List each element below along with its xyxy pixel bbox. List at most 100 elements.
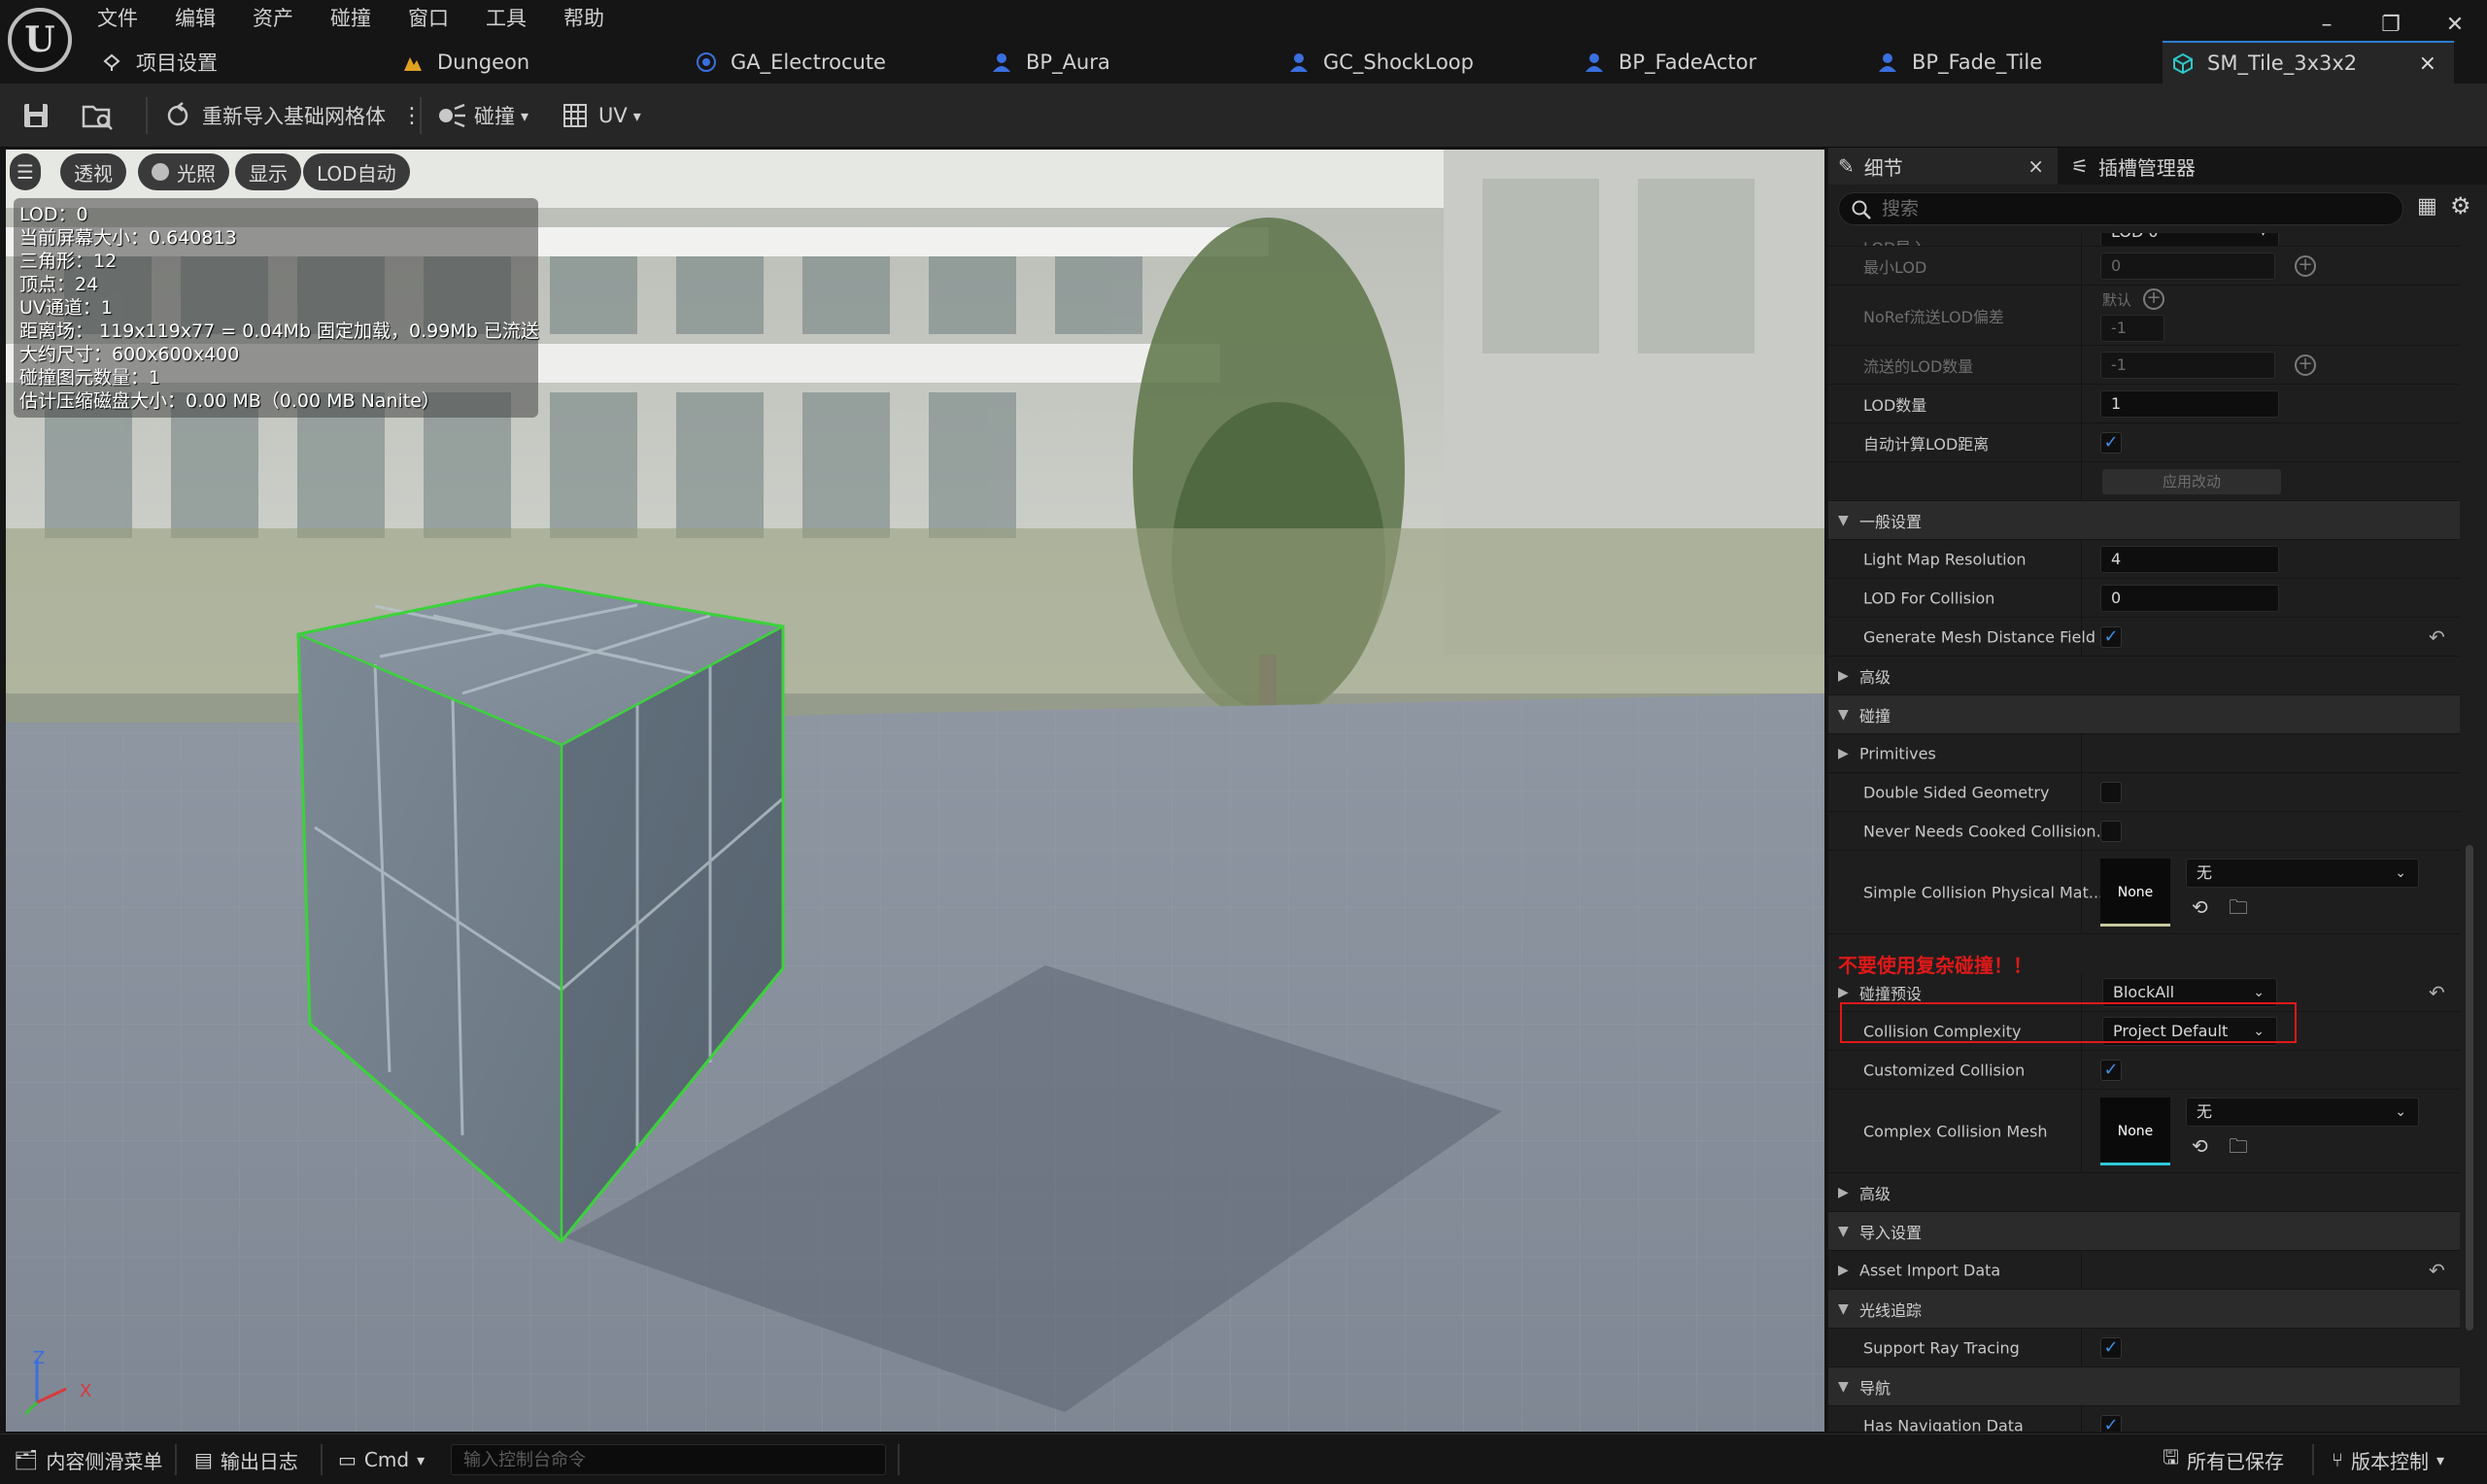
menu-edit[interactable]: 编辑 xyxy=(175,2,216,35)
output-log-button[interactable]: ▤ 输出日志 xyxy=(194,1434,298,1484)
noref-lod-bias-input[interactable]: -1 xyxy=(2100,315,2164,342)
reset-to-default-icon[interactable]: ↶ xyxy=(2429,625,2445,649)
tab-gc-shockloop[interactable]: GC_ShockLoop xyxy=(1288,41,1580,84)
generate-distance-field-checkbox[interactable]: ✓ xyxy=(2100,625,2122,648)
lod-auto-button[interactable]: LOD自动 xyxy=(303,153,410,190)
collapse-arrow-icon: ▶ xyxy=(1838,1184,1849,1200)
save-button[interactable] xyxy=(21,84,51,148)
tab-label: Dungeon xyxy=(437,51,530,74)
customized-collision-checkbox[interactable]: ✓ xyxy=(2100,1059,2122,1081)
apply-changes-button[interactable]: 应用改动 xyxy=(2102,468,2281,494)
collision-mesh-thumbnail[interactable]: None xyxy=(2100,1097,2170,1165)
source-control-button[interactable]: ⑂ 版本控制 ▾ xyxy=(2332,1434,2444,1484)
menu-collision[interactable]: 碰撞 xyxy=(330,2,371,35)
close-tab-icon[interactable]: × xyxy=(2419,51,2436,76)
menu-file[interactable]: 文件 xyxy=(97,2,138,35)
property-row-auto-lod: 自动计算LOD距离 ✓ xyxy=(1828,423,2460,462)
property-row-primitives[interactable]: ▶ Primitives xyxy=(1828,734,2460,773)
mesh-viewport[interactable]: Z X ☰ 透视 光照 显示 LOD自动 LOD：0 当前屏幕大小：0.6408… xyxy=(6,150,1824,1432)
perspective-button[interactable]: 透视 xyxy=(60,153,126,190)
menu-asset[interactable]: 资产 xyxy=(253,2,293,35)
gear-icon[interactable]: ⚙ xyxy=(2450,192,2471,219)
details-search-input[interactable] xyxy=(1882,193,2387,224)
category-navigation[interactable]: ▼ 导航 xyxy=(1828,1367,2460,1406)
lod-count-input[interactable]: 1 xyxy=(2100,390,2279,418)
lod-import-dropdown[interactable]: LOD 0▾ xyxy=(2100,233,2279,246)
menu-tools[interactable]: 工具 xyxy=(486,2,527,35)
cmd-dropdown[interactable]: ▭ Cmd ▾ xyxy=(338,1434,425,1484)
tab-dungeon[interactable]: Dungeon xyxy=(402,41,684,84)
add-override-icon[interactable]: + xyxy=(2295,354,2316,376)
group-advanced-collision[interactable]: ▶ 高级 xyxy=(1828,1173,2460,1212)
menu-help[interactable]: 帮助 xyxy=(563,2,604,35)
collision-mesh-dropdown[interactable]: 无 ⌄ xyxy=(2186,1097,2419,1127)
scrollbar-thumb[interactable] xyxy=(2466,845,2473,1331)
tab-bp-fadeactor[interactable]: BP_FadeActor xyxy=(1584,41,1875,84)
stat-vertices: 顶点：24 xyxy=(19,274,99,295)
property-label: Has Navigation Data xyxy=(1863,1416,2024,1432)
never-cooked-checkbox[interactable] xyxy=(2100,820,2122,842)
light-map-resolution-input[interactable]: 4 xyxy=(2100,546,2279,573)
cmd-label: Cmd xyxy=(363,1448,410,1471)
thumbnail-label: None xyxy=(2117,1124,2154,1139)
title-bar: U 文件 编辑 资产 碰撞 窗口 工具 帮助 – ❐ ✕ 项目设置 Dungeo… xyxy=(0,0,2487,84)
category-general-settings[interactable]: ▼ 一般设置 xyxy=(1828,501,2460,540)
statusbar-separator xyxy=(321,1444,323,1475)
tab-project-settings[interactable]: 项目设置 xyxy=(101,41,392,84)
stat-uv-channels: UV通道：1 xyxy=(19,297,113,319)
use-selected-asset-icon[interactable]: ⟲ xyxy=(2192,1134,2208,1158)
support-ray-tracing-checkbox[interactable]: ✓ xyxy=(2100,1336,2122,1359)
streamed-lods-input[interactable]: -1 xyxy=(2100,352,2275,379)
reimport-base-mesh-button[interactable]: 重新导入基础网格体 ⋮ xyxy=(163,84,423,148)
reset-to-default-icon[interactable]: ↶ xyxy=(2429,1259,2445,1282)
console-command-input[interactable] xyxy=(451,1444,886,1475)
collision-dropdown[interactable]: 碰撞 ▾ xyxy=(437,84,528,148)
menu-window[interactable]: 窗口 xyxy=(408,2,449,35)
tab-sm-tile-3x3x2[interactable]: SM_Tile_3x3x2 × xyxy=(2163,41,2454,84)
lighting-sphere-icon xyxy=(152,163,169,181)
min-lod-input[interactable]: 0 xyxy=(2100,253,2275,280)
uv-dropdown[interactable]: UV ▾ xyxy=(562,84,641,148)
use-selected-asset-icon[interactable]: ⟲ xyxy=(2192,895,2208,919)
tab-ga-electrocute[interactable]: GA_Electrocute xyxy=(696,41,987,84)
tab-bp-fade-tile[interactable]: BP_Fade_Tile xyxy=(1877,41,2159,84)
category-import-settings[interactable]: ▼ 导入设置 xyxy=(1828,1212,2460,1251)
lighting-button[interactable]: 光照 xyxy=(138,153,229,190)
browse-asset-button[interactable] xyxy=(82,84,115,148)
property-row-asset-import-data[interactable]: ▶ Asset Import Data ↶ xyxy=(1828,1251,2460,1290)
property-label: Simple Collision Physical Mat... xyxy=(1863,883,2104,901)
physical-material-dropdown[interactable]: 无 ⌄ xyxy=(2186,859,2419,888)
category-ray-tracing[interactable]: ▼ 光线追踪 xyxy=(1828,1290,2460,1329)
collapse-arrow-icon[interactable]: ▶ xyxy=(1838,985,1849,1000)
axis-x-label: X xyxy=(80,1381,92,1401)
lod-for-collision-input[interactable]: 0 xyxy=(2100,585,2279,612)
stat-disk-size: 估计压缩磁盘大小：0.00 MB（0.00 MB Nanite） xyxy=(19,390,440,412)
viewport-menu-button[interactable]: ☰ xyxy=(10,153,41,190)
has-navigation-data-checkbox[interactable]: ✓ xyxy=(2100,1414,2122,1432)
add-override-icon[interactable]: + xyxy=(2143,288,2164,310)
physical-material-thumbnail[interactable]: None xyxy=(2100,859,2170,927)
auto-lod-checkbox[interactable]: ✓ xyxy=(2100,431,2122,454)
group-advanced-general[interactable]: ▶ 高级 xyxy=(1828,657,2460,695)
property-label: LOD数量 xyxy=(1863,395,1927,415)
tab-details[interactable]: ✎ 细节 × xyxy=(1828,148,2058,185)
category-collision[interactable]: ▼ 碰撞 xyxy=(1828,695,2460,734)
menu-bar: 文件 编辑 资产 碰撞 窗口 工具 帮助 xyxy=(97,2,641,35)
tab-bp-aura[interactable]: BP_Aura xyxy=(991,41,1282,84)
all-saved-button[interactable]: 🖫 所有已保存 xyxy=(2163,1434,2284,1484)
details-scrollbar[interactable] xyxy=(2462,233,2477,1432)
tab-socket-manager[interactable]: ⚟ 插槽管理器 xyxy=(2071,148,2304,185)
chevron-down-icon: ▾ xyxy=(521,106,529,125)
table-view-icon[interactable]: ▦ xyxy=(2417,194,2437,219)
show-button[interactable]: 显示 xyxy=(235,153,301,190)
output-log-label: 输出日志 xyxy=(220,1449,298,1473)
source-control-icon: ⑂ xyxy=(2332,1448,2343,1471)
add-override-icon[interactable]: + xyxy=(2295,255,2316,277)
reset-to-default-icon[interactable]: ↶ xyxy=(2429,981,2445,1004)
double-sided-checkbox[interactable] xyxy=(2100,781,2122,803)
browse-asset-icon[interactable]: 🗀 xyxy=(2229,894,2248,927)
browse-asset-icon[interactable]: 🗀 xyxy=(2229,1132,2248,1165)
dropdown-value: 无 xyxy=(2197,1102,2213,1121)
content-drawer-button[interactable]: 🗂 内容侧滑菜单 xyxy=(14,1434,162,1484)
close-tab-icon[interactable]: × xyxy=(2027,154,2044,178)
